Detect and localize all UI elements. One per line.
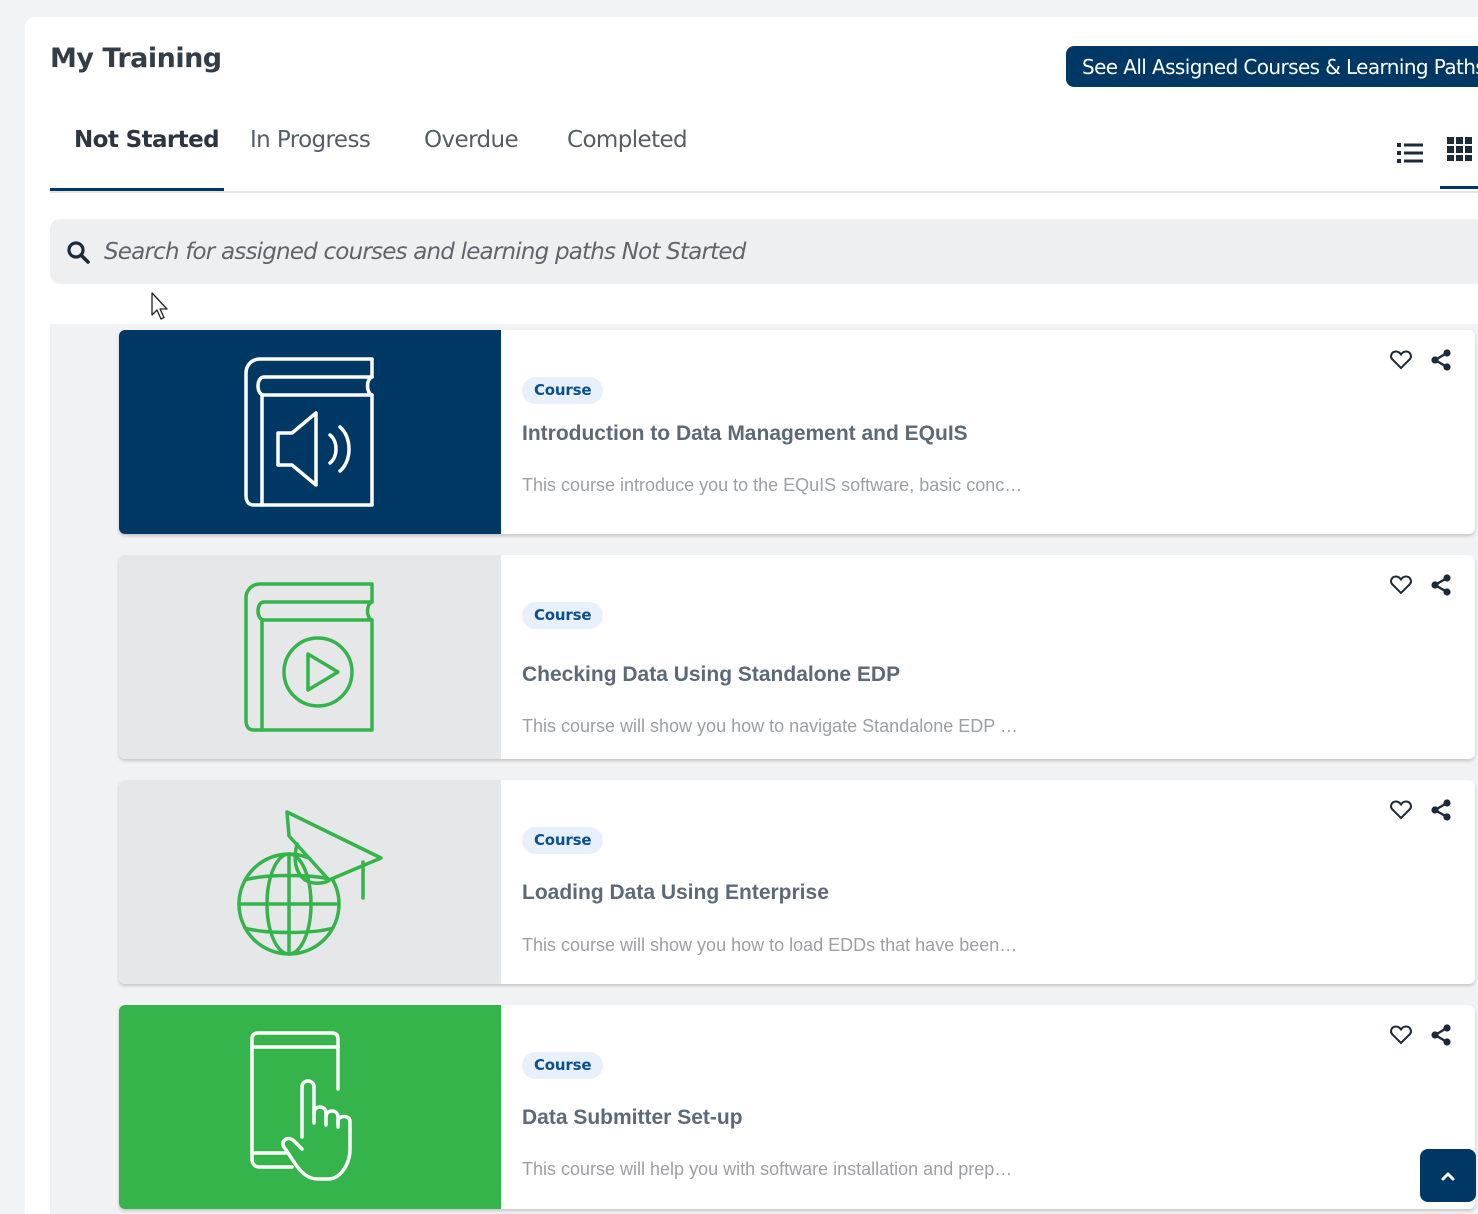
course-type-badge: Course — [522, 827, 604, 854]
see-all-courses-button[interactable]: See All Assigned Courses & Learning Path… — [1066, 46, 1478, 87]
course-card[interactable]: Course Introduction to Data Management a… — [119, 330, 1475, 534]
search-bar — [50, 219, 1478, 284]
course-title[interactable]: Checking Data Using Standalone EDP — [522, 663, 900, 687]
course-list: Course Introduction to Data Management a… — [50, 324, 1478, 1214]
course-thumbnail — [119, 555, 501, 759]
course-card[interactable]: Course Loading Data Using Enterprise Thi… — [119, 780, 1475, 984]
course-thumbnail — [119, 780, 501, 984]
share-icon[interactable] — [1428, 347, 1454, 373]
heart-icon[interactable] — [1388, 1022, 1414, 1048]
share-icon[interactable] — [1428, 797, 1454, 823]
mouse-cursor-icon — [151, 292, 168, 320]
course-title[interactable]: Introduction to Data Management and EQuI… — [522, 422, 968, 446]
course-title[interactable]: Data Submitter Set-up — [522, 1106, 743, 1130]
search-icon — [67, 240, 90, 264]
globe-graduation-cap-icon — [237, 810, 383, 956]
list-view-icon[interactable] — [1390, 133, 1430, 173]
course-type-badge: Course — [522, 602, 604, 629]
search-input[interactable] — [102, 237, 1406, 266]
my-training-panel: My Training See All Assigned Courses & L… — [25, 17, 1478, 1214]
heart-icon[interactable] — [1388, 572, 1414, 598]
grid-view-icon[interactable] — [1440, 133, 1478, 189]
page-title: My Training — [50, 43, 222, 74]
course-thumbnail — [119, 330, 501, 534]
chevron-up-icon — [1441, 1172, 1455, 1180]
course-type-badge: Course — [522, 377, 604, 404]
course-description: This course will show you how to load ED… — [522, 935, 1018, 955]
course-type-badge: Course — [522, 1052, 604, 1079]
video-book-icon — [244, 582, 374, 732]
course-thumbnail — [119, 1005, 501, 1209]
course-card[interactable]: Course Data Submitter Set-up This course… — [119, 1005, 1475, 1209]
tab-overdue[interactable]: Overdue — [424, 127, 519, 191]
tab-in-progress[interactable]: In Progress — [250, 127, 371, 191]
course-description: This course will show you how to navigat… — [522, 716, 1018, 736]
course-description: This course will help you with software … — [522, 1159, 1013, 1179]
status-tabs: Not Started In Progress Overdue Complete… — [50, 113, 1478, 193]
share-icon[interactable] — [1428, 1022, 1454, 1048]
heart-icon[interactable] — [1388, 797, 1414, 823]
scroll-to-top-button[interactable] — [1420, 1149, 1476, 1202]
course-description: This course introduce you to the EQuIS s… — [522, 475, 1023, 495]
tab-completed[interactable]: Completed — [567, 127, 688, 191]
course-card[interactable]: Course Checking Data Using Standalone ED… — [119, 555, 1475, 759]
tab-not-started[interactable]: Not Started — [50, 127, 224, 191]
share-icon[interactable] — [1428, 572, 1454, 598]
audio-book-icon — [244, 357, 374, 507]
course-title[interactable]: Loading Data Using Enterprise — [522, 881, 829, 905]
tablet-touch-icon — [250, 1031, 352, 1181]
heart-icon[interactable] — [1388, 347, 1414, 373]
